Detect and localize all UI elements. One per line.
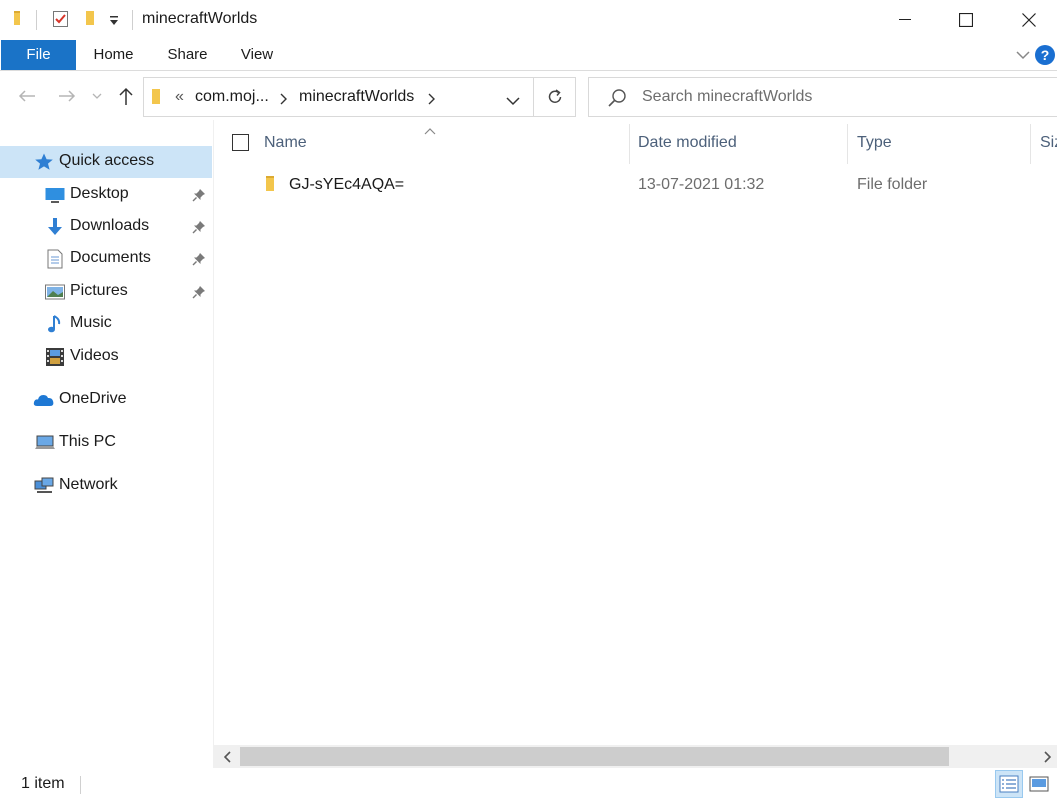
column-header-type[interactable]: Type	[857, 134, 892, 152]
breadcrumb-item[interactable]: minecraftWorlds	[299, 88, 414, 106]
pin-icon[interactable]	[192, 220, 206, 239]
pictures-icon	[45, 282, 65, 302]
item-count: 1 item	[21, 775, 65, 792]
sidebar-item-music[interactable]: Music	[0, 308, 212, 340]
sidebar-item-label: Downloads	[70, 217, 150, 234]
navigation-bar: « com.moj... minecraftWorlds Search mine…	[0, 72, 1057, 120]
file-name[interactable]: GJ-sYEc4AQA=	[289, 176, 404, 194]
this-pc-icon	[34, 433, 55, 453]
select-all-checkbox[interactable]	[232, 134, 249, 151]
tab-share[interactable]: Share	[160, 40, 215, 70]
column-divider[interactable]	[629, 124, 630, 164]
customize-quick-access-icon[interactable]	[108, 14, 120, 32]
sidebar-item-pictures[interactable]: Pictures	[0, 276, 212, 308]
folder-icon	[264, 174, 278, 199]
documents-icon	[45, 249, 65, 269]
sidebar-item-label: Videos	[70, 347, 119, 364]
maximize-button[interactable]	[934, 0, 998, 40]
status-separator	[80, 776, 81, 794]
file-type: File folder	[857, 176, 928, 193]
search-box[interactable]: Search minecraftWorlds	[588, 77, 1057, 117]
column-divider[interactable]	[847, 124, 848, 164]
star-icon	[34, 152, 54, 172]
sort-ascending-icon	[424, 122, 436, 140]
column-header-date-modified[interactable]: Date modified	[638, 134, 737, 152]
address-bar[interactable]: « com.moj... minecraftWorlds	[143, 77, 534, 117]
pin-icon[interactable]	[192, 285, 206, 304]
column-divider[interactable]	[1030, 124, 1031, 164]
onedrive-icon	[33, 390, 54, 410]
videos-icon	[45, 347, 65, 367]
search-input[interactable]: Search minecraftWorlds	[642, 88, 812, 106]
pin-icon[interactable]	[192, 188, 206, 207]
network-icon	[34, 476, 54, 496]
details-view-button[interactable]	[995, 770, 1023, 798]
folder-icon	[12, 9, 28, 32]
large-icons-view-button[interactable]	[1025, 770, 1053, 798]
recent-locations-button[interactable]	[90, 84, 104, 108]
scrollbar-thumb[interactable]	[240, 747, 949, 766]
music-icon	[45, 314, 65, 334]
title-separator	[36, 10, 37, 30]
new-folder-icon[interactable]	[84, 9, 98, 32]
sidebar-item-desktop[interactable]: Desktop	[0, 179, 212, 211]
sidebar-item-label: Quick access	[59, 152, 155, 169]
help-icon[interactable]: ?	[1035, 45, 1055, 65]
expand-ribbon-icon[interactable]	[1015, 47, 1031, 68]
sidebar-item-quick-access[interactable]: Quick access	[0, 146, 212, 178]
tab-view[interactable]: View	[232, 40, 282, 70]
tab-home[interactable]: Home	[86, 40, 141, 70]
properties-icon[interactable]	[52, 9, 70, 34]
sidebar-item-label: Pictures	[70, 282, 128, 299]
forward-button[interactable]	[56, 84, 78, 108]
scroll-left-icon[interactable]	[220, 749, 236, 765]
desktop-icon	[45, 185, 65, 205]
sidebar-item-videos[interactable]: Videos	[0, 341, 212, 373]
sidebar-item-this-pc[interactable]: This PC	[0, 427, 212, 459]
close-button[interactable]	[997, 0, 1057, 40]
scroll-right-icon[interactable]	[1039, 749, 1055, 765]
chevron-right-icon[interactable]	[427, 92, 435, 110]
sidebar-item-network[interactable]: Network	[0, 470, 212, 502]
sidebar-item-onedrive[interactable]: OneDrive	[0, 384, 212, 416]
column-header-size[interactable]: Siz	[1040, 134, 1057, 152]
pin-icon[interactable]	[192, 252, 206, 271]
sidebar-item-label: Desktop	[70, 185, 129, 202]
ribbon: File Home Share View ?	[0, 40, 1057, 71]
sidebar-item-documents[interactable]: Documents	[0, 243, 212, 275]
downloads-icon	[45, 217, 65, 237]
column-header-name[interactable]: Name	[264, 134, 307, 152]
navigation-pane: Quick access Desktop Downloads Documents	[0, 120, 213, 768]
chevron-right-icon[interactable]	[279, 92, 287, 110]
status-bar: 1 item	[0, 768, 1057, 800]
up-button[interactable]	[115, 84, 137, 108]
minimize-button[interactable]	[873, 0, 937, 40]
sidebar-item-label: Network	[59, 476, 118, 493]
sidebar-item-label: OneDrive	[59, 390, 127, 407]
sidebar-item-downloads[interactable]: Downloads	[0, 211, 212, 243]
title-separator	[132, 10, 133, 30]
breadcrumb-overflow[interactable]: «	[175, 88, 184, 106]
search-icon	[607, 88, 627, 113]
refresh-button[interactable]	[534, 77, 576, 117]
file-date-modified: 13-07-2021 01:32	[638, 176, 765, 193]
sidebar-item-label: Music	[70, 314, 112, 331]
folder-icon	[150, 87, 164, 112]
title-bar: minecraftWorlds	[0, 0, 1057, 40]
file-list: Name Date modified Type Siz GJ-sYEc4AQA=…	[214, 120, 1057, 745]
sidebar-item-label: This PC	[59, 433, 116, 450]
breadcrumb-item[interactable]: com.moj...	[195, 88, 269, 106]
back-button[interactable]	[16, 84, 38, 108]
address-dropdown-icon[interactable]	[506, 93, 520, 111]
window-title: minecraftWorlds	[142, 10, 258, 27]
tab-file[interactable]: File	[1, 40, 76, 70]
table-row[interactable]: GJ-sYEc4AQA= 13-07-2021 01:32 File folde…	[214, 168, 1057, 202]
sidebar-item-label: Documents	[70, 249, 151, 266]
horizontal-scrollbar[interactable]	[214, 745, 1057, 768]
